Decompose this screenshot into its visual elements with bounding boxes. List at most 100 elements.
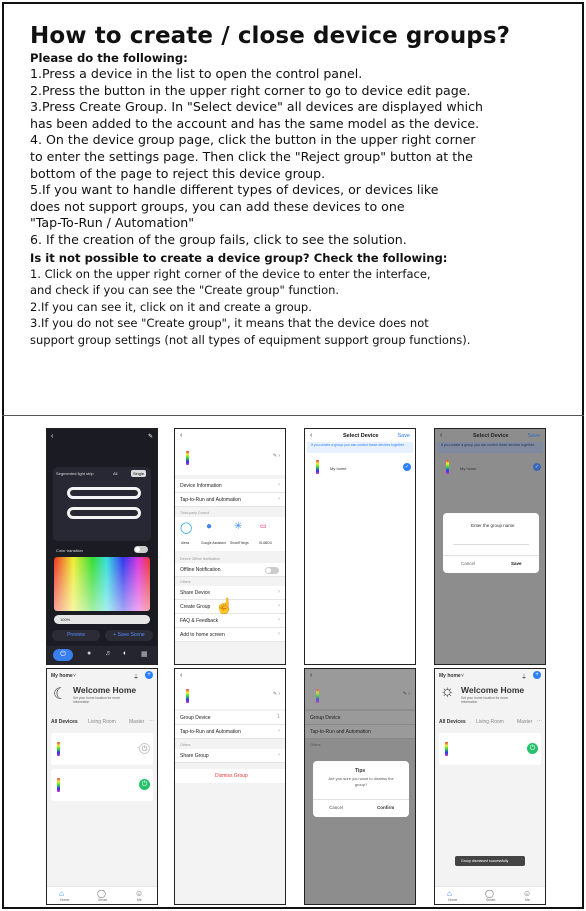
smart-icon[interactable]: ◯ bbox=[485, 889, 494, 898]
section-third-party: Third-party Control bbox=[180, 511, 210, 515]
chevron-down-icon[interactable]: ˅ bbox=[73, 673, 76, 679]
device-icon bbox=[186, 451, 189, 465]
tab-all-devices[interactable]: All Devices bbox=[439, 719, 466, 725]
dialog-message: Are you sure you want to dismiss the gro… bbox=[328, 776, 394, 787]
light-icon[interactable]: ● bbox=[87, 650, 91, 657]
tab-living-room[interactable]: Living Room bbox=[88, 719, 116, 725]
save-link[interactable]: Save bbox=[397, 433, 410, 439]
palette-icon[interactable]: ◐ bbox=[123, 650, 127, 657]
back-icon[interactable]: ‹ bbox=[440, 432, 442, 439]
color-transition-label: Color transition bbox=[56, 548, 83, 553]
screen-control-panel: ‹ ✎ StaticGradientJumpBreatheFlashingRai… bbox=[46, 428, 158, 665]
offline-toggle[interactable] bbox=[265, 567, 279, 574]
tab-master[interactable]: Master bbox=[517, 719, 532, 725]
smart-icon[interactable]: ◯ bbox=[97, 889, 106, 898]
more-icon[interactable]: ··· bbox=[149, 718, 154, 724]
dismiss-group-button[interactable]: Dismiss Group bbox=[175, 769, 285, 783]
edit-name-icon[interactable]: ✎ › bbox=[273, 453, 280, 459]
device-icon bbox=[446, 460, 449, 474]
edit-icon[interactable]: ✎ bbox=[148, 433, 153, 440]
mic-icon[interactable]: ⏚ bbox=[133, 672, 139, 681]
home-icon[interactable]: ⌂ bbox=[447, 889, 452, 898]
strip-panel: Segmented light strip All Single bbox=[53, 467, 151, 541]
screen-group-settings: ‹ ✎ › Group Device 1 Tap-to-Run and Autom… bbox=[174, 668, 286, 905]
back-icon[interactable]: ‹ bbox=[180, 432, 182, 439]
color-transition-toggle[interactable] bbox=[134, 546, 148, 553]
chevron-down-icon[interactable]: ˅ bbox=[461, 673, 464, 679]
me-icon[interactable]: ☺ bbox=[135, 889, 143, 898]
power-icon[interactable]: ⏻ bbox=[53, 649, 73, 661]
preview-button[interactable]: Preview bbox=[52, 630, 100, 641]
screenshots: ‹ ✎ StaticGradientJumpBreatheFlashingRai… bbox=[0, 0, 586, 911]
nav-smart-label: Smart bbox=[98, 898, 108, 902]
more-icon[interactable]: ··· bbox=[537, 718, 542, 724]
edit-name-icon[interactable]: ✎ › bbox=[273, 691, 280, 697]
device-icon bbox=[316, 689, 319, 703]
row-group-device[interactable]: Group Device bbox=[305, 711, 415, 725]
save-link[interactable]: Save bbox=[527, 433, 540, 439]
row-tap-to-run[interactable]: Tap-to-Run and Automation bbox=[305, 725, 415, 739]
row-tap-to-run[interactable]: Tap-to-Run and Automation › bbox=[175, 493, 285, 507]
mic-icon[interactable]: ⏚ bbox=[521, 672, 527, 681]
checkbox-icon[interactable]: ✓ bbox=[533, 463, 541, 471]
tab-all-devices[interactable]: All Devices bbox=[51, 719, 78, 725]
checkbox-icon[interactable]: ✓ bbox=[403, 463, 411, 471]
me-icon[interactable]: ☺ bbox=[523, 889, 531, 898]
back-icon[interactable]: ‹ bbox=[51, 433, 53, 440]
music-icon[interactable]: ♬ bbox=[105, 650, 112, 657]
home-icon[interactable]: ⌂ bbox=[59, 889, 64, 898]
cancel-button[interactable]: Cancel bbox=[329, 805, 343, 810]
home-selector[interactable]: My home bbox=[51, 673, 73, 679]
save-button[interactable]: Save bbox=[511, 561, 522, 566]
device-card-strip[interactable]: ⏻ bbox=[51, 769, 153, 801]
dialog-title: Tips bbox=[355, 768, 366, 774]
group-header: ‹ ✎ › bbox=[305, 669, 415, 709]
strip-segment-bottom[interactable] bbox=[67, 507, 141, 519]
back-icon[interactable]: ‹ bbox=[310, 672, 312, 679]
row-tap-to-run[interactable]: Tap-to-Run and Automation › bbox=[175, 725, 285, 739]
section-others: Others bbox=[180, 580, 191, 584]
color-picker[interactable] bbox=[54, 557, 150, 611]
brightness-slider[interactable]: 100% bbox=[54, 615, 150, 624]
strip-label: Segmented light strip bbox=[56, 471, 94, 476]
device-card-strip[interactable]: ⏻ bbox=[439, 733, 541, 765]
nav-smart-label: Smart bbox=[486, 898, 496, 902]
row-add-home-screen[interactable]: Add to home screen › bbox=[175, 628, 285, 642]
edit-name-icon[interactable]: ✎ › bbox=[403, 691, 410, 697]
ifttt-icon[interactable]: ▭ bbox=[260, 522, 267, 530]
confirm-button[interactable]: Confirm bbox=[377, 805, 394, 810]
alexa-icon[interactable]: ◯ bbox=[180, 521, 192, 534]
strip-segment-top[interactable] bbox=[67, 487, 141, 499]
power-icon[interactable]: ⏻ bbox=[139, 743, 150, 754]
notice-text: If you create a group you can control th… bbox=[441, 443, 535, 447]
tap-hand-icon: ☝ bbox=[215, 598, 234, 615]
row-device-information[interactable]: Device Information › bbox=[175, 479, 285, 493]
nav-home-label: Home bbox=[60, 898, 70, 902]
add-icon[interactable]: + bbox=[145, 671, 153, 679]
row-share-group[interactable]: Share Group › bbox=[175, 749, 285, 763]
power-icon[interactable]: ⏻ bbox=[139, 779, 150, 790]
tab-living-room[interactable]: Living Room bbox=[476, 719, 504, 725]
all-option[interactable]: All bbox=[113, 471, 117, 476]
back-icon[interactable]: ‹ bbox=[180, 672, 182, 679]
group-name-input[interactable] bbox=[453, 535, 529, 545]
google-assistant-icon[interactable]: ● bbox=[206, 521, 212, 532]
back-icon[interactable]: ‹ bbox=[310, 432, 312, 439]
save-scene-button[interactable]: + Save Scene bbox=[105, 630, 153, 641]
power-icon[interactable]: ⏻ bbox=[527, 743, 538, 754]
add-icon[interactable]: + bbox=[533, 671, 541, 679]
notice-text: If you create a group you can control th… bbox=[311, 443, 405, 447]
cancel-button[interactable]: Cancel bbox=[461, 561, 475, 566]
smartthings-icon[interactable]: ✳ bbox=[234, 521, 242, 532]
single-option[interactable]: Single bbox=[131, 470, 147, 477]
grid-icon[interactable]: ▦ bbox=[141, 650, 148, 658]
home-selector[interactable]: My home bbox=[439, 673, 461, 679]
tab-master[interactable]: Master bbox=[129, 719, 144, 725]
nav-home-label: Home bbox=[448, 898, 458, 902]
device-card-group[interactable]: ▫ ⏻ bbox=[51, 733, 153, 765]
integrations-row: ◯ ● ✳ ▭ Alexa Google Assistant SmartThin… bbox=[175, 517, 285, 551]
moon-icon: ☾ bbox=[53, 686, 68, 703]
row-faq-feedback[interactable]: FAQ & Feedback › bbox=[175, 614, 285, 628]
row-group-device[interactable]: Group Device 1 bbox=[175, 711, 285, 725]
toast-text: Group dismissed successfully bbox=[461, 858, 509, 863]
